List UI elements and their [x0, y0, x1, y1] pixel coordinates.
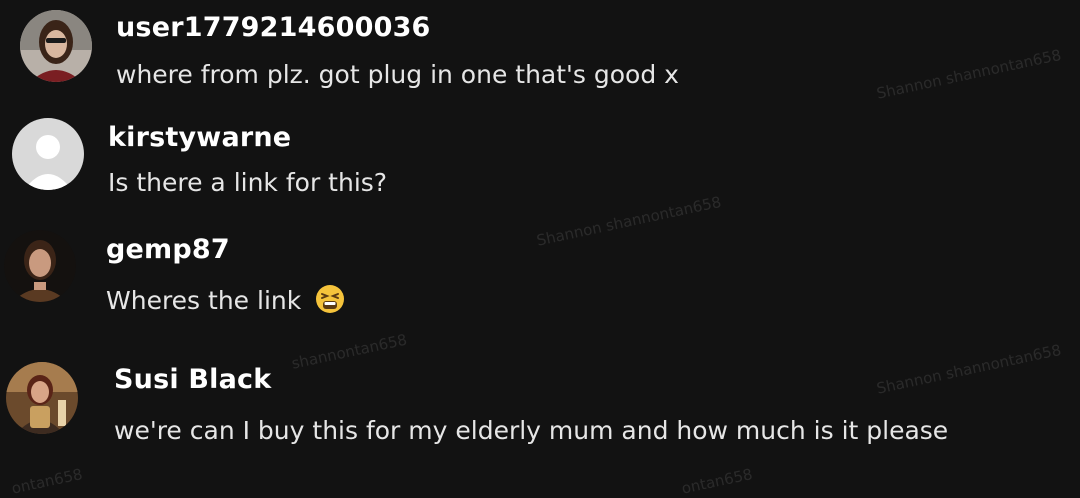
- tired-face-emoji-icon: [316, 285, 345, 313]
- comment-text-body: Wheres the link: [106, 286, 302, 315]
- comment-text: we're can I buy this for my elderly mum …: [114, 416, 949, 445]
- avatar[interactable]: [6, 362, 78, 434]
- comment-username[interactable]: kirstywarne: [108, 122, 291, 153]
- comment-text: Wheres the link: [106, 284, 345, 315]
- comment-item: gemp87 Wheres the link: [0, 222, 1080, 322]
- comment-text: where from plz. got plug in one that's g…: [116, 60, 679, 89]
- comment-username[interactable]: user1779214600036: [116, 12, 431, 43]
- user-photo-icon: [4, 230, 76, 302]
- comment-item: user1779214600036 where from plz. got pl…: [0, 0, 1080, 100]
- watermark: ontan658: [680, 465, 755, 498]
- default-avatar-icon: [12, 118, 84, 190]
- avatar[interactable]: [20, 10, 92, 82]
- user-photo-icon: [6, 362, 78, 434]
- avatar[interactable]: [4, 230, 76, 302]
- comment-item: Susi Black we're can I buy this for my e…: [0, 350, 1080, 450]
- comment-item: kirstywarne Is there a link for this?: [0, 110, 1080, 210]
- comment-username[interactable]: Susi Black: [114, 364, 271, 395]
- user-photo-icon: [20, 10, 92, 82]
- watermark: ontan658: [10, 465, 85, 498]
- avatar[interactable]: [12, 118, 84, 190]
- comment-username[interactable]: gemp87: [106, 234, 230, 265]
- comment-text: Is there a link for this?: [108, 168, 388, 197]
